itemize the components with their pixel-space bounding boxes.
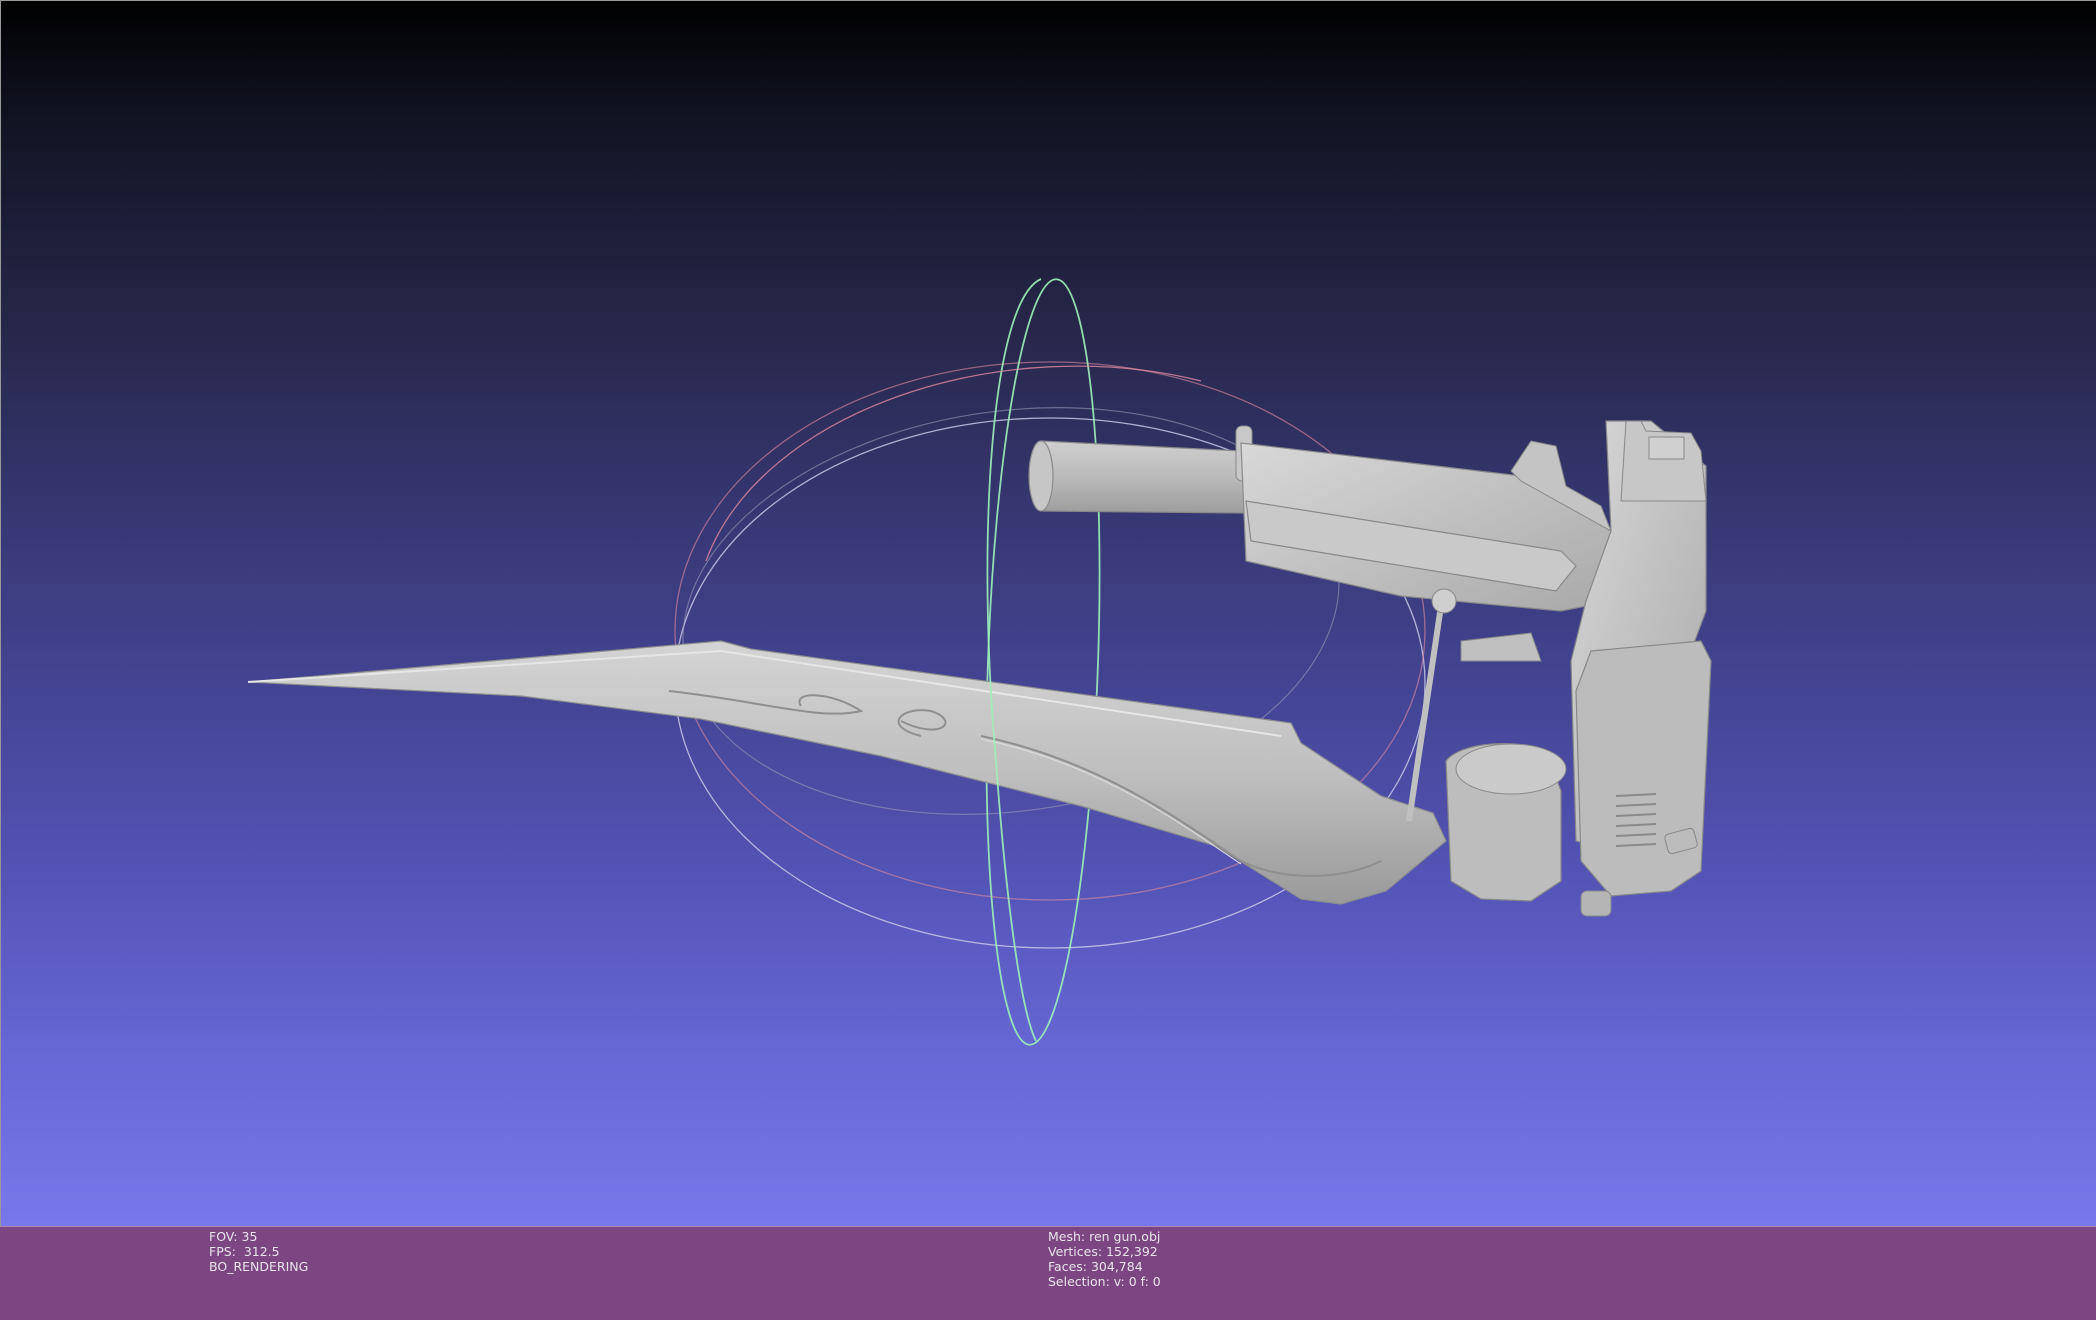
vertex-count: Vertices: 152,392 [1048,1244,1158,1259]
blade-body [247,640,1447,905]
pistol-barrel [1040,440,1247,514]
selection-info: Selection: v: 0 f: 0 [1048,1274,1161,1289]
gun-blade-mesh[interactable] [247,640,1447,905]
trackball-y-ring [985,278,1101,1046]
fps-readout: FPS: 312.5 [209,1244,280,1259]
sight-window [1648,436,1685,460]
mesh-viewport[interactable] [0,0,2096,1226]
rear-sight [1620,420,1707,502]
rod-joint [1431,588,1457,614]
fov-readout: FOV: 35 [209,1229,258,1244]
grip-lower [1575,640,1712,897]
mesh-info: Mesh: ren gun.obj Vertices: 152,392 Face… [1048,1229,1161,1289]
render-info: FOV: 35 FPS: 312.5 BO_RENDERING [209,1229,308,1274]
scene-canvas[interactable] [1,1,2096,1226]
face-count: Faces: 304,784 [1048,1259,1143,1274]
mesh-name: Mesh: ren gun.obj [1048,1229,1161,1244]
render-mode: BO_RENDERING [209,1259,309,1274]
pivot-cap [1455,743,1567,795]
pistol-trigger [1460,632,1542,662]
bottom-stub [1580,890,1612,917]
barrel-muzzle [1028,440,1054,512]
